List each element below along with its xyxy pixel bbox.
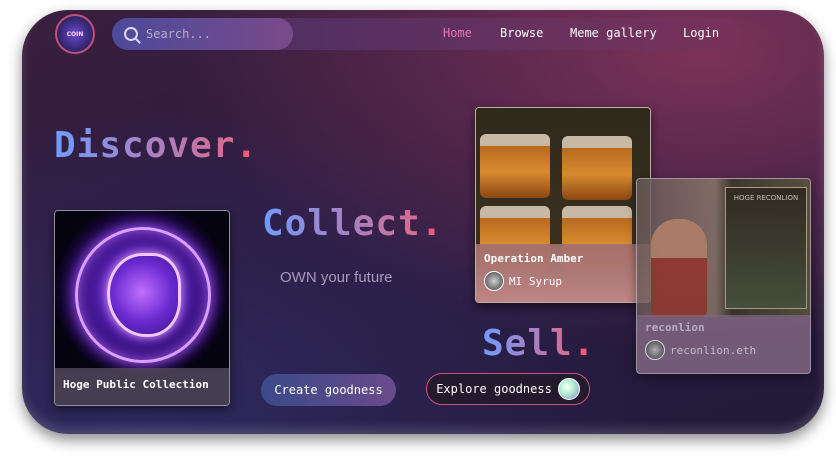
explore-goodness-button[interactable]: Explore goodness xyxy=(426,373,590,405)
nft-card-hoge-public-collection[interactable]: Hoge Public Collection xyxy=(54,210,230,406)
jar-image xyxy=(480,134,550,198)
creator-name: MI Syrup xyxy=(509,274,562,288)
headline-dot: . xyxy=(235,125,259,166)
hero-tagline: OWN your future xyxy=(280,269,393,286)
create-button-label: Create goodness xyxy=(274,383,383,397)
search-icon xyxy=(124,27,138,41)
poster-image: HOGE RECONLION xyxy=(725,187,807,309)
nav-link-browse[interactable]: Browse xyxy=(500,26,543,40)
nft-artwork: HOGE RECONLION xyxy=(637,179,810,317)
search-input[interactable] xyxy=(146,27,276,41)
top-navbar: Home Browse Meme gallery Login xyxy=(112,18,742,50)
headline-sell-word: Sell xyxy=(482,323,573,364)
brand-logo[interactable]: COIN xyxy=(55,14,95,54)
headline-discover-word: Discover xyxy=(54,125,236,166)
creator-row[interactable]: reconlion.eth xyxy=(645,340,802,360)
nav-link-home[interactable]: Home xyxy=(443,26,472,40)
app-frame: COIN Home Browse Meme gallery Login Disc… xyxy=(22,10,824,434)
search-bar[interactable] xyxy=(112,18,293,50)
creator-avatar xyxy=(484,271,504,291)
creator-row[interactable]: MI Syrup xyxy=(484,271,642,291)
emoji-icon xyxy=(557,378,580,400)
logo-text: COIN xyxy=(66,30,84,38)
card-caption: Operation Amber MI Syrup xyxy=(476,244,650,302)
nav-link-login[interactable]: Login xyxy=(683,26,719,40)
poster-text: HOGE RECONLION xyxy=(733,194,799,202)
headline-collect: Collect. xyxy=(262,203,443,244)
headline-dot: . xyxy=(572,323,596,364)
card-caption: reconlion reconlion.eth xyxy=(637,315,810,373)
nft-card-operation-amber[interactable]: Operation Amber MI Syrup xyxy=(475,107,651,303)
create-goodness-button[interactable]: Create goodness xyxy=(261,374,396,406)
creator-name: reconlion.eth xyxy=(670,343,757,357)
headline-discover: Discover. xyxy=(54,125,258,166)
headline-collect-word: Collect xyxy=(262,203,421,244)
nav-link-meme-gallery[interactable]: Meme gallery xyxy=(570,26,657,40)
nft-card-reconlion[interactable]: HOGE RECONLION reconlion reconlion.eth xyxy=(636,178,811,374)
creator-avatar xyxy=(645,340,665,360)
jar-image xyxy=(562,136,632,200)
card-title: Operation Amber xyxy=(484,252,584,265)
card-title: Hoge Public Collection xyxy=(55,368,229,405)
card-title: reconlion xyxy=(645,321,705,334)
explore-button-label: Explore goodness xyxy=(436,382,552,396)
nft-artwork xyxy=(476,108,650,270)
headline-sell: Sell. xyxy=(482,323,595,364)
headline-dot: . xyxy=(420,203,444,244)
neon-head-graphic xyxy=(107,253,181,337)
nft-artwork xyxy=(55,211,229,373)
person-photo xyxy=(651,219,707,317)
